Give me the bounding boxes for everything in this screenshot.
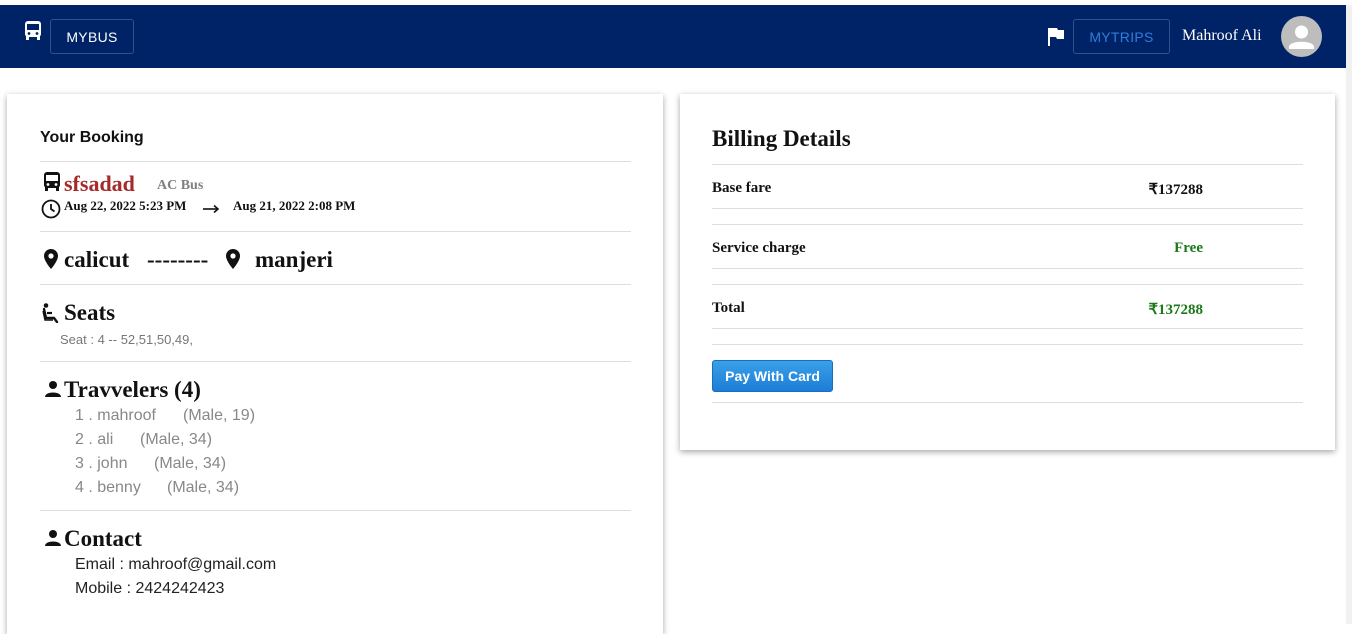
traveler-name: 3 . john	[75, 455, 128, 472]
contact-heading: Contact	[64, 526, 142, 551]
avatar[interactable]	[1281, 16, 1322, 57]
divider	[40, 284, 631, 285]
divider	[712, 344, 1303, 345]
clock-icon	[41, 199, 61, 219]
flag-icon[interactable]	[1047, 27, 1065, 47]
divider	[712, 208, 1303, 209]
seats-heading: Seats	[64, 300, 116, 325]
bus-name: sfsadad	[64, 171, 135, 196]
divider	[712, 164, 1303, 165]
seats-info: Seat : 4 -- 52,51,50,49,	[60, 332, 193, 347]
traveler-details: (Male, 34)	[167, 479, 240, 496]
billing-card: Billing Details Base fare ₹137288 Servic…	[680, 94, 1335, 450]
departure-time: Aug 22, 2022 5:23 PM	[64, 198, 187, 213]
bus-icon[interactable]	[24, 21, 42, 41]
route-separator: --------	[147, 247, 209, 272]
user-avatar-icon	[1289, 25, 1314, 49]
traveler-details: (Male, 34)	[140, 431, 213, 448]
traveler-name: 1 . mahroof	[75, 407, 156, 424]
user-name: Mahroof Ali	[1182, 27, 1262, 44]
booking-title: Your Booking	[40, 129, 144, 146]
divider	[40, 161, 631, 162]
location-pin-icon	[226, 249, 240, 269]
route-to: manjeri	[255, 247, 333, 272]
arrow-right-icon	[202, 202, 220, 214]
billing-title: Billing Details	[712, 126, 851, 151]
seat-icon	[42, 303, 64, 323]
divider	[712, 328, 1303, 329]
total-value: ₹137288	[1148, 302, 1203, 318]
bus-icon	[43, 172, 61, 192]
service-charge-value: Free	[1174, 240, 1203, 256]
divider	[712, 284, 1303, 285]
navbar: MYBUS MYTRIPS Mahroof Ali	[0, 5, 1346, 68]
divider	[40, 231, 631, 232]
traveler-details: (Male, 34)	[154, 455, 227, 472]
pay-with-card-button[interactable]: Pay With Card	[712, 360, 833, 392]
person-icon	[44, 529, 62, 547]
mytrips-button[interactable]: MYTRIPS	[1073, 19, 1170, 54]
divider	[712, 268, 1303, 269]
mybus-button[interactable]: MYBUS	[50, 19, 134, 54]
divider	[40, 510, 631, 511]
traveler-details: (Male, 19)	[183, 407, 256, 424]
contact-email: Email : mahroof@gmail.com	[75, 556, 277, 573]
booking-card: Your Booking sfsadad AC Bus Aug 22, 2022…	[7, 94, 663, 634]
divider	[40, 361, 631, 362]
base-fare-label: Base fare	[712, 180, 772, 196]
person-icon	[44, 380, 62, 398]
divider	[712, 224, 1303, 225]
base-fare-value: ₹137288	[1148, 182, 1203, 198]
travelers-heading: Travvelers (4)	[64, 377, 201, 402]
total-label: Total	[712, 300, 745, 316]
contact-mobile: Mobile : 2424242423	[75, 580, 225, 597]
route-from: calicut	[64, 247, 130, 272]
traveler-name: 4 . benny	[75, 479, 141, 496]
location-pin-icon	[44, 249, 58, 269]
bus-type: AC Bus	[157, 178, 204, 193]
traveler-name: 2 . ali	[75, 431, 114, 448]
service-charge-label: Service charge	[712, 240, 806, 256]
scrollbar[interactable]	[1346, 5, 1352, 624]
arrival-time: Aug 21, 2022 2:08 PM	[233, 198, 356, 213]
divider	[712, 402, 1303, 403]
